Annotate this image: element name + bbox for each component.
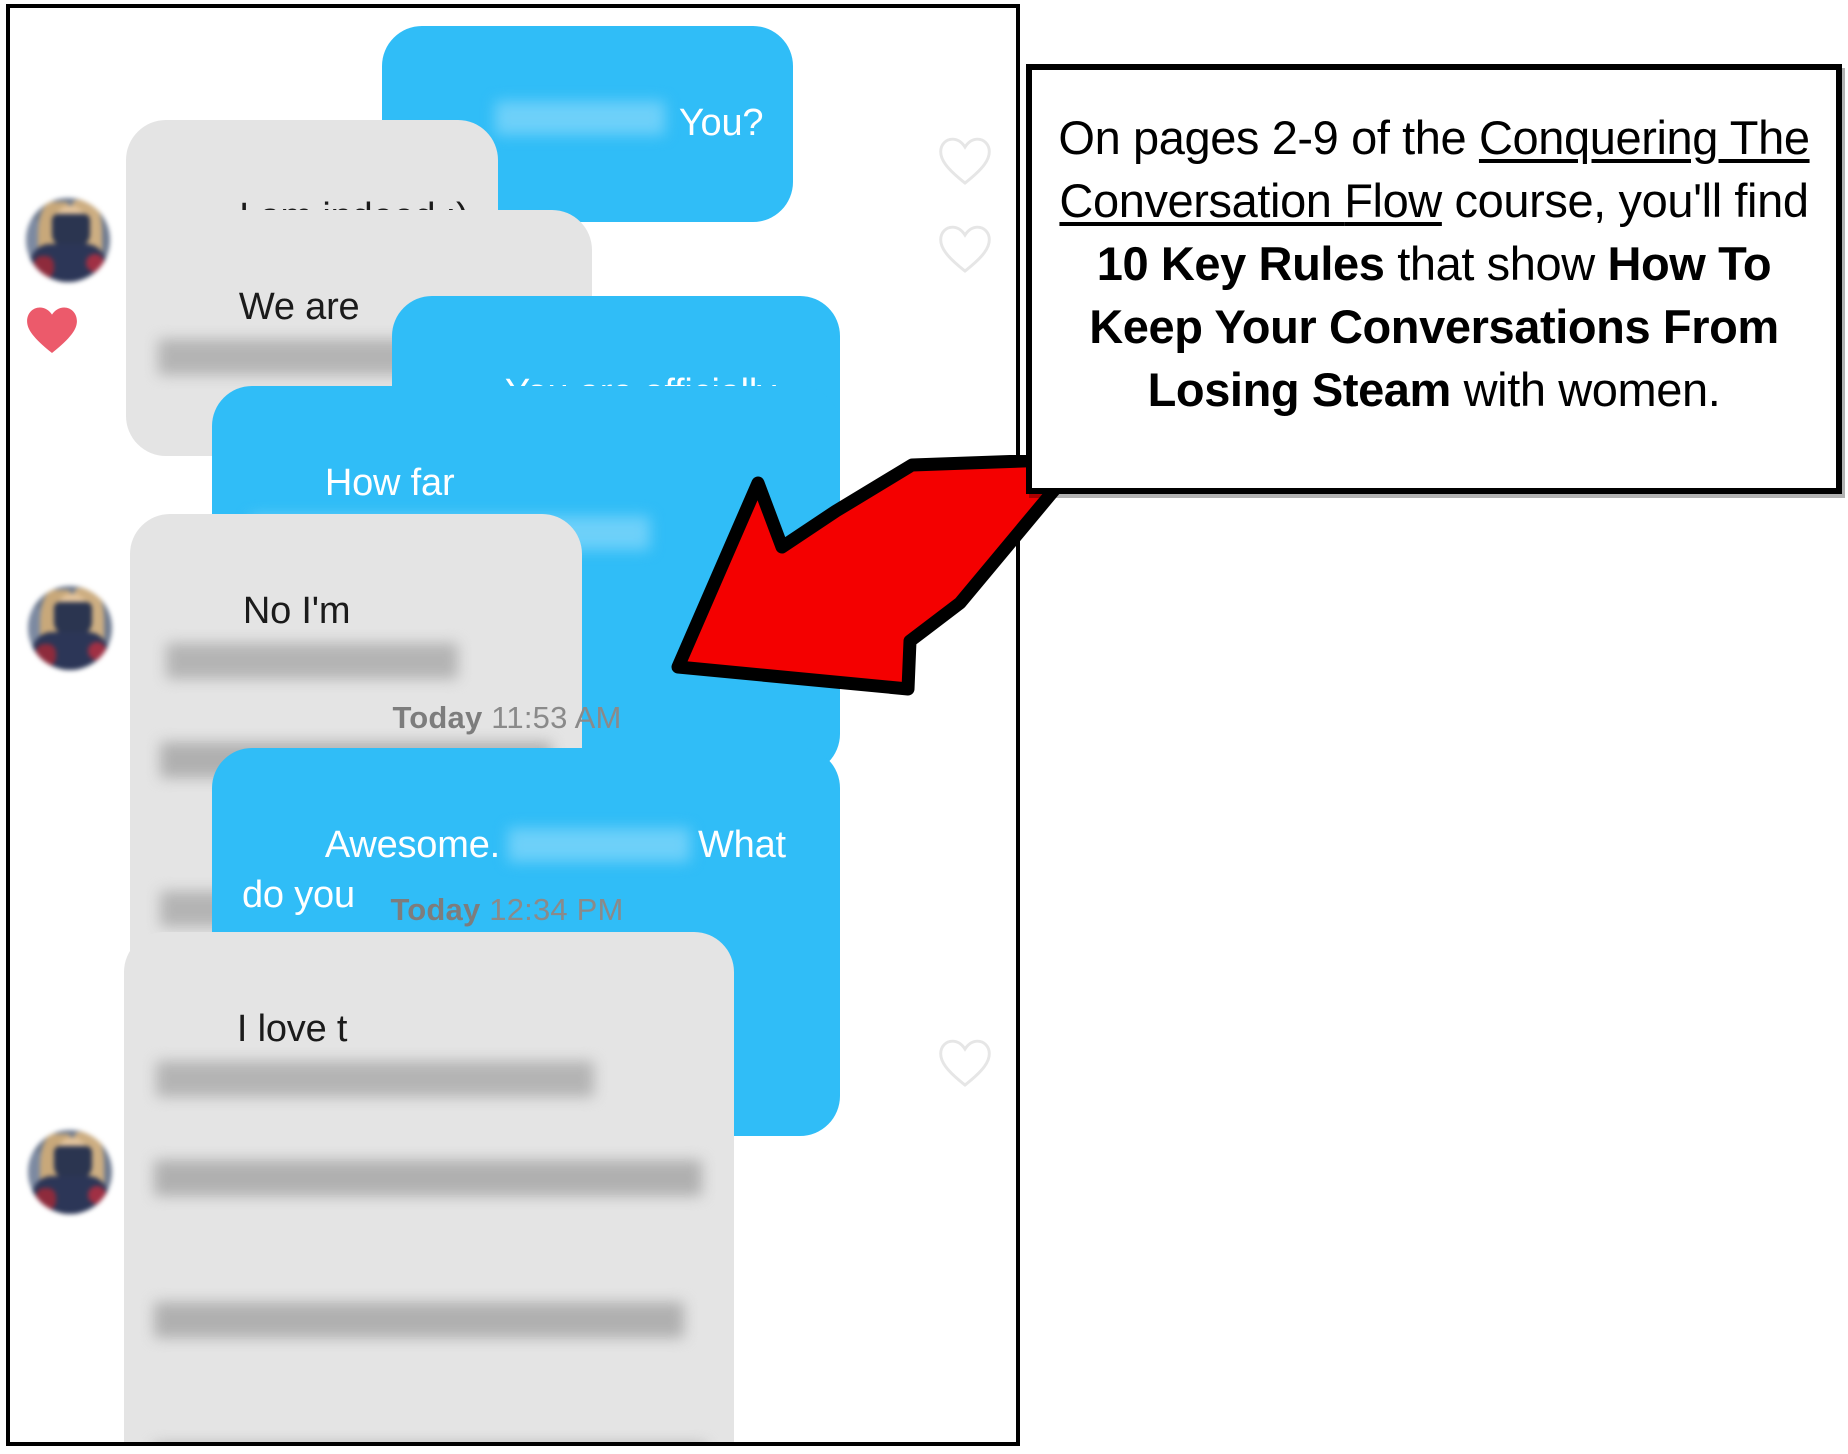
message-text: You? <box>678 102 764 144</box>
timestamp-day: Today <box>392 700 483 735</box>
avatar <box>28 1130 112 1214</box>
message-text: How far <box>324 462 455 504</box>
message-text-start: Awesome. <box>324 824 500 866</box>
heart-outline-glyph <box>939 1039 991 1087</box>
redacted-text-block <box>154 1302 684 1338</box>
heart-outline-icon[interactable] <box>938 224 992 274</box>
heart-filled-icon[interactable] <box>26 306 78 354</box>
heart-outline-icon[interactable] <box>938 136 992 186</box>
message-text: I love t <box>236 1008 348 1050</box>
timestamp-time: 12:34 PM <box>489 892 624 927</box>
redacted-text-block <box>156 1061 594 1097</box>
redacted-text-block <box>154 1160 702 1196</box>
callout-mid-1: course, you'll find <box>1441 174 1809 227</box>
avatar <box>26 198 110 282</box>
callout-course-name-part2: Flow <box>1344 174 1442 227</box>
chat-scroll-area[interactable]: You? I am indeed :) We are <box>10 8 1016 1442</box>
chat-conversation-panel: You? I am indeed :) We are <box>6 4 1020 1446</box>
callout-tail: with women. <box>1450 363 1721 416</box>
timestamp-day: Today <box>390 892 481 927</box>
message-text: No I'm <box>242 590 351 632</box>
chat-bubble-incoming[interactable]: I love t <box>124 932 734 1446</box>
heart-outline-icon[interactable] <box>938 1038 992 1088</box>
avatar <box>28 586 112 670</box>
timestamp-divider: Today 11:53 AM <box>10 700 1010 736</box>
callout-mid-2: that show <box>1384 237 1608 290</box>
message-row-incoming-4[interactable]: I love t <box>124 932 734 1446</box>
heart-outline-glyph <box>939 137 991 185</box>
callout-line-1: On pages 2-9 of the <box>1058 111 1467 164</box>
redacted-text-block <box>508 828 690 862</box>
timestamp-divider: Today 12:34 PM <box>10 892 1010 928</box>
redacted-text-block <box>494 101 665 135</box>
callout-bold-1: 10 Key Rules <box>1096 237 1385 290</box>
message-text: We are <box>238 286 360 328</box>
heart-outline-glyph <box>939 225 991 273</box>
callout-box: On pages 2-9 of the Conquering The Conve… <box>1026 64 1842 494</box>
redacted-text-block <box>166 643 458 679</box>
redacted-text-block <box>154 1444 706 1446</box>
heart-filled-glyph <box>27 307 77 353</box>
timestamp-time: 11:53 AM <box>491 700 622 735</box>
